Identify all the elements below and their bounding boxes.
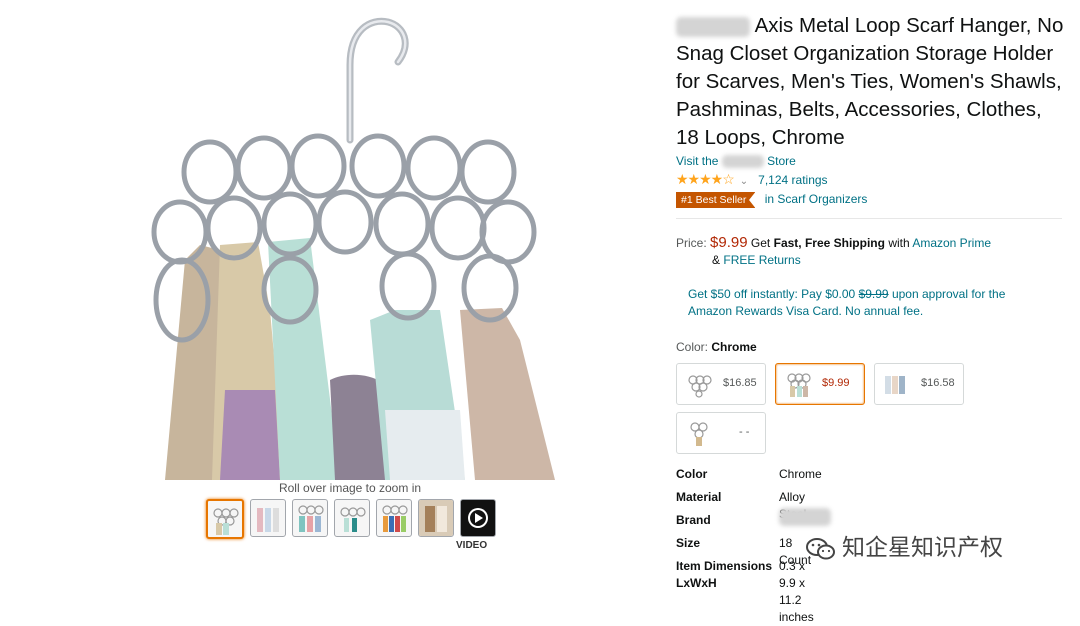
video-label: VIDEO [456,540,488,551]
watermark-text: 知企星知识产权 [842,535,1003,561]
thumbnail-3[interactable] [292,499,328,537]
returns-amp: & [712,253,721,267]
video-thumbnail[interactable] [460,499,496,537]
amazon-prime-link[interactable]: Amazon Prime [912,236,991,250]
swatch-price: $16.58 [921,377,955,389]
swatch-price: - - [739,426,750,438]
color-swatch-3[interactable]: $16.58 [874,363,964,405]
rewards-promo[interactable]: Get $50 off instantly: Pay $0.00 $9.99 u… [688,286,1048,320]
watermark: 知企星知识产权 [806,528,1003,564]
spec-value: 0.3 x 9.9 x 11.2 inches [779,559,814,624]
blurred-store-name [721,155,764,169]
free-returns-link[interactable]: FREE Returns [723,253,800,267]
wechat-icon [806,537,835,559]
chevron-down-icon[interactable]: ⌄ [740,176,748,187]
play-icon [468,508,488,528]
blurred-brand [676,16,750,37]
price-row: Price: $9.99 Get Fast, Free Shipping wit… [676,233,1066,253]
spec-key: Brand [676,513,711,527]
product-info: Axis Metal Loop Scarf Hanger, No Snag Cl… [676,0,1066,624]
thumbnail-2[interactable] [250,499,286,537]
color-selected: Chrome [711,340,757,354]
color-swatch-1[interactable]: $16.85 [676,363,766,405]
thumbnail-6[interactable] [418,499,454,537]
promo-line1-a: Get $50 off instantly: Pay $0.00 [688,287,856,301]
promo-strike-price: $9.99 [858,287,889,301]
swatch-hanger-icon [688,375,712,398]
color-swatch-2[interactable]: $9.99 [775,363,865,405]
shipping-with: with [888,236,910,250]
product-main-image[interactable] [140,10,570,480]
rating-row: ★★★★☆ ⌄ 7,124 ratings [676,171,828,187]
color-label-text: Color: [676,340,709,354]
store-link[interactable]: Visit the Store [676,154,796,169]
spec-value: Chrome [779,467,822,481]
star-rating-icon[interactable]: ★★★★☆ [676,171,735,187]
ratings-count-link[interactable]: 7,124 ratings [758,173,827,187]
swatch-hanger-icon [787,373,811,397]
price-label: Price: [676,236,707,250]
thumbnail-4[interactable] [334,499,370,537]
zoom-hint: Roll over image to zoom in [278,481,422,495]
swatch-hanger-icon [885,376,905,394]
spec-key: Material [676,490,722,504]
shipping-prefix: Get [750,236,771,250]
divider [676,218,1062,219]
thumbnail-1[interactable] [206,499,244,539]
store-prefix: Visit the [676,154,719,168]
best-seller-row: #1 Best Seller in Scarf Organizers [676,192,867,210]
color-swatch-4[interactable]: - - [676,412,766,454]
swatch-price: $9.99 [822,377,850,389]
store-suffix: Store [767,154,796,168]
product-title: Axis Metal Loop Scarf Hanger, No Snag Cl… [676,12,1066,152]
spec-key-unit: LxWxH [676,576,717,590]
swatch-hanger-icon [690,422,708,446]
spec-key: Size [676,536,701,550]
promo-line2: Amazon Rewards Visa Card. No annual fee. [688,304,924,318]
color-label: Color: Chrome [676,340,757,354]
spec-key: Item Dimensions [676,559,773,573]
spec-key: Color [676,467,708,481]
price-value: $9.99 [710,234,748,251]
best-seller-badge[interactable]: #1 Best Seller [676,192,756,208]
promo-line1-b: upon approval for the [891,287,1006,301]
best-seller-category-link[interactable]: in Scarf Organizers [765,192,868,206]
spec-value-blurred [779,508,831,526]
returns-row: & FREE Returns [712,253,801,267]
shipping-fast: Fast, Free Shipping [773,236,885,250]
thumbnail-5[interactable] [376,499,412,537]
image-gallery: Roll over image to zoom in VIDEO [0,0,660,594]
swatch-price: $16.85 [723,377,757,389]
